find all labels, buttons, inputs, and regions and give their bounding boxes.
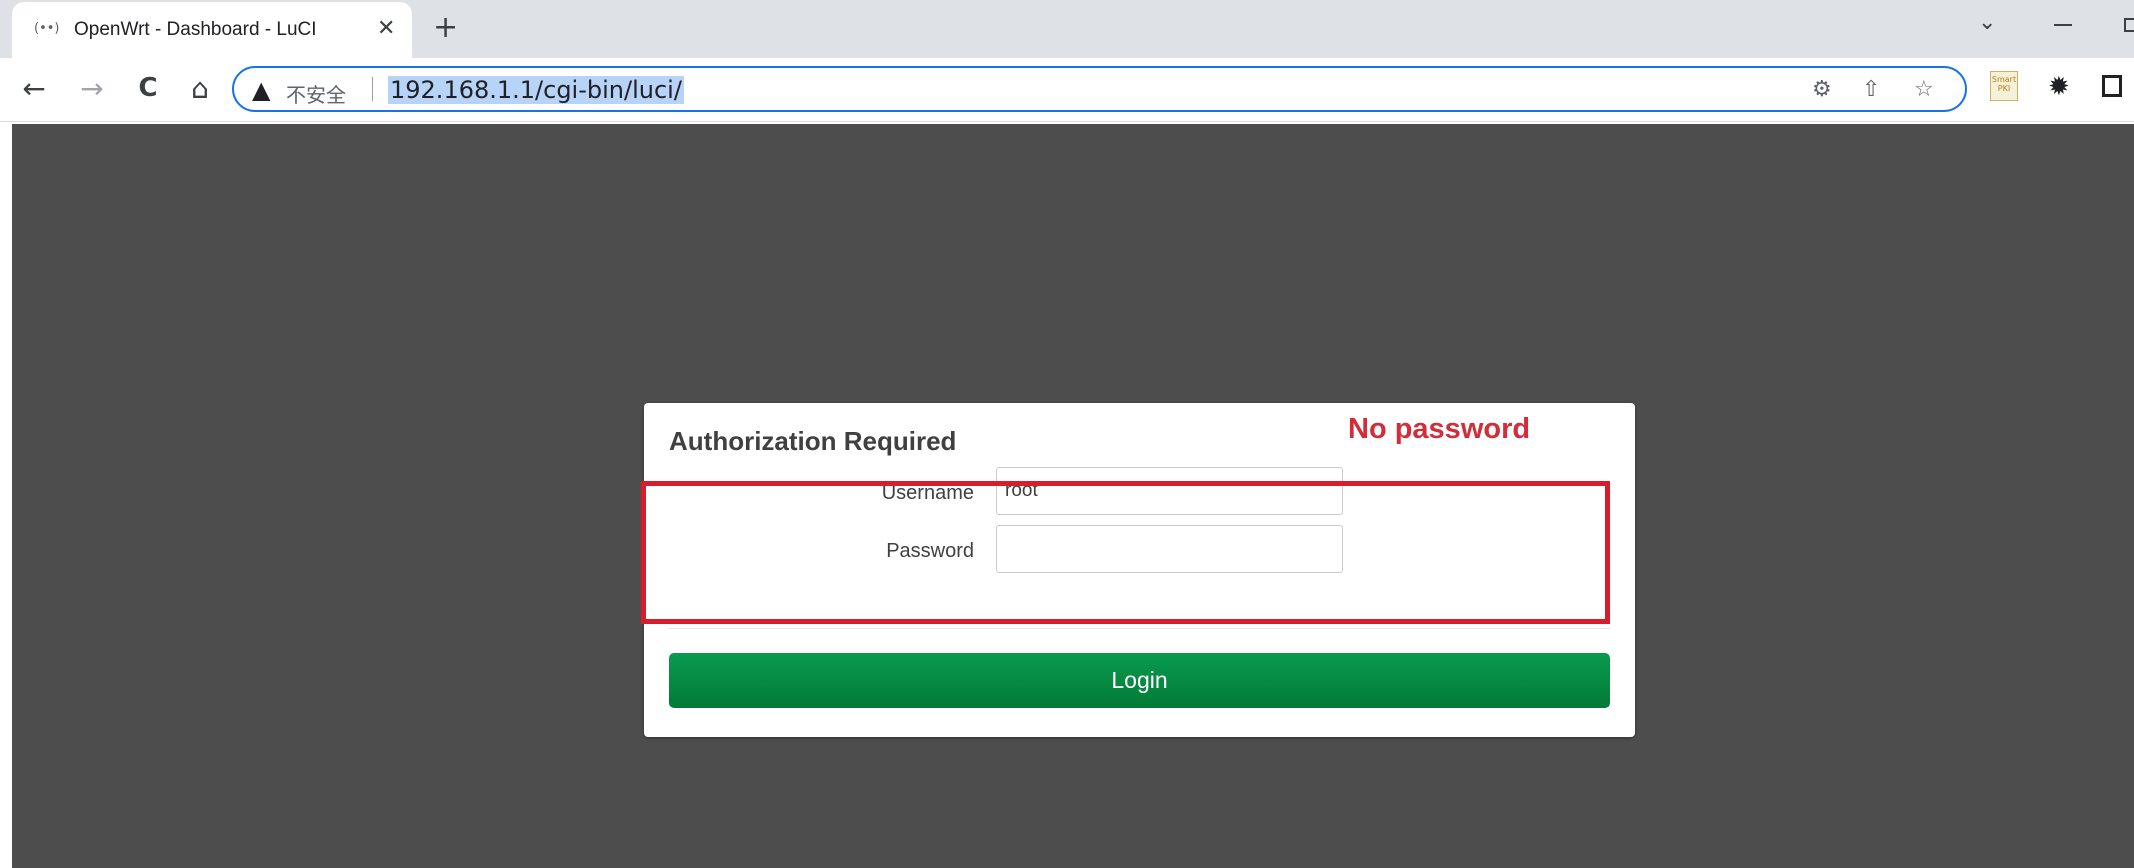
security-status[interactable]: 不安全: [286, 79, 346, 108]
star-icon[interactable]: ☆: [1914, 77, 1934, 102]
tab-strip: (••) OpenWrt - Dashboard - LuCI ✕ + ⌄: [0, 0, 2134, 58]
translate-icon[interactable]: ⚙: [1812, 77, 1832, 102]
restore-icon[interactable]: [2124, 18, 2134, 32]
login-button[interactable]: Login: [669, 653, 1610, 708]
forward-icon[interactable]: →: [72, 68, 112, 108]
chevron-down-icon[interactable]: ⌄: [1978, 10, 1996, 35]
minimize-icon[interactable]: [2054, 24, 2072, 26]
divider: [372, 77, 373, 101]
annotation-note: No password: [1348, 413, 1531, 445]
warning-icon[interactable]: ▲: [252, 76, 270, 104]
browser-toolbar: ← → C ⌂ ▲ 不安全 192.168.1.1/cgi-bin/luci/ …: [0, 58, 2134, 122]
favicon-icon: (••): [34, 21, 60, 36]
tab-openwrt[interactable]: (••) OpenWrt - Dashboard - LuCI ✕: [12, 2, 412, 58]
smart-pki-extension-icon[interactable]: Smart PKI: [1990, 71, 2018, 101]
home-icon[interactable]: ⌂: [180, 68, 220, 108]
puzzle-icon[interactable]: ✹: [2048, 72, 2070, 102]
page-title: Authorization Required: [669, 426, 957, 456]
reload-icon[interactable]: C: [128, 68, 168, 108]
address-bar[interactable]: ▲ 不安全 192.168.1.1/cgi-bin/luci/ ⚙ ⇧ ☆: [232, 66, 1967, 112]
close-icon[interactable]: ✕: [377, 16, 395, 41]
share-icon[interactable]: ⇧: [1862, 77, 1880, 102]
annotation-highlight-box: [641, 481, 1610, 624]
side-panel-icon[interactable]: [2102, 75, 2122, 97]
tab-title: OpenWrt - Dashboard - LuCI: [74, 19, 317, 40]
divider: [669, 628, 1610, 629]
back-icon[interactable]: ←: [14, 68, 54, 108]
plus-icon[interactable]: +: [433, 10, 458, 45]
url-text[interactable]: 192.168.1.1/cgi-bin/luci/: [388, 76, 684, 104]
